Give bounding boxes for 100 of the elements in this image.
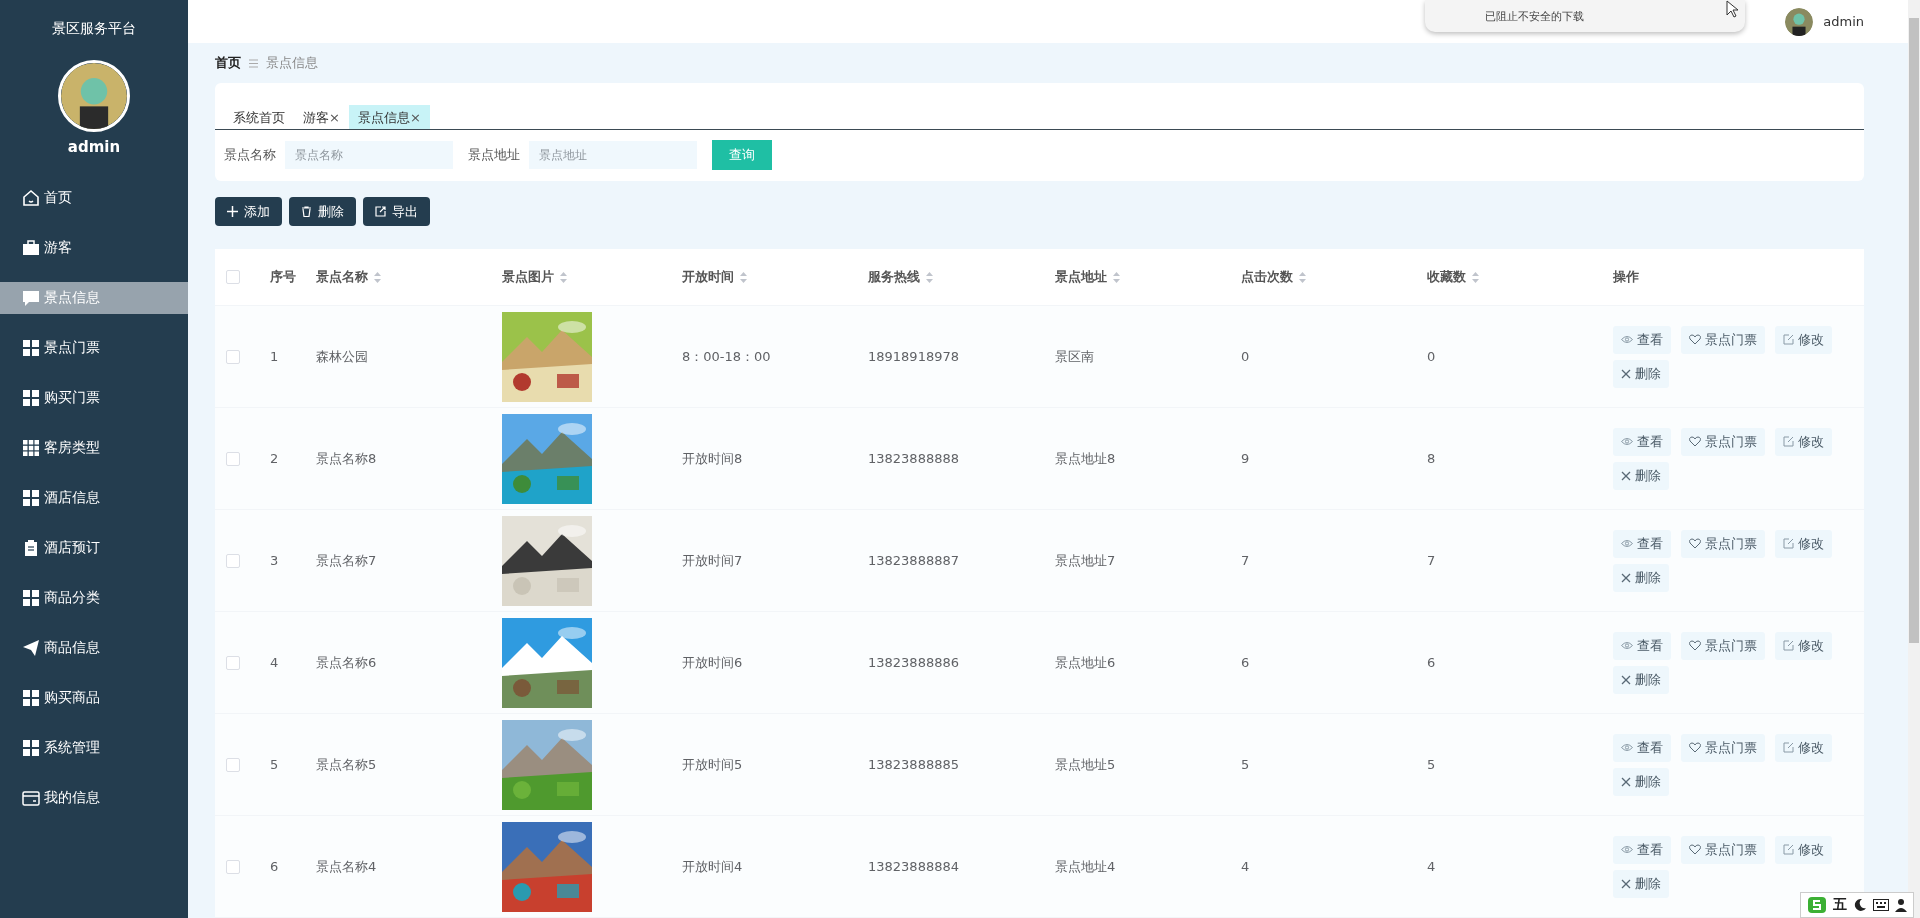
tab[interactable]: 景点信息× (348, 105, 430, 129)
view-button[interactable]: 查看 (1613, 733, 1671, 762)
export-button[interactable]: 导出 (363, 197, 430, 226)
checkbox[interactable] (226, 655, 240, 670)
menu-item[interactable]: 我的信息 (0, 782, 188, 814)
checkbox[interactable] (226, 270, 240, 284)
column-header[interactable]: 收藏数 (1427, 268, 1479, 286)
scrollbar-thumb[interactable] (1909, 18, 1919, 643)
ticket-button[interactable]: 景点门票 (1681, 529, 1765, 558)
moon-icon[interactable] (1853, 898, 1867, 912)
keyboard-icon[interactable] (1873, 899, 1889, 911)
checkbox[interactable] (226, 451, 240, 466)
table-cell: 6 (1241, 655, 1250, 670)
grid-icon (22, 439, 40, 457)
column-header[interactable]: 景点地址 (1055, 268, 1120, 286)
menu-item[interactable]: 商品分类 (0, 582, 188, 614)
user-name[interactable]: admin (1823, 14, 1864, 29)
column-header[interactable]: 开放时间 (682, 268, 747, 286)
eye-icon (1621, 335, 1633, 344)
view-button[interactable]: 查看 (1613, 835, 1671, 864)
heart-icon (1689, 844, 1701, 855)
sort-icon[interactable] (926, 271, 933, 283)
delete-button[interactable]: 删除 (1613, 359, 1669, 388)
table-cell: 0 (1427, 349, 1436, 364)
export-icon (375, 206, 386, 217)
sort-icon[interactable] (1299, 271, 1306, 283)
table-cell: 13823888887 (868, 553, 959, 568)
menu-item[interactable]: 商品信息 (0, 632, 188, 664)
view-button[interactable]: 查看 (1613, 529, 1671, 558)
heart-icon (1689, 640, 1701, 651)
column-header[interactable]: 景点图片 (502, 268, 567, 286)
table-cell: 7 (1241, 553, 1250, 568)
edit-button[interactable]: 修改 (1775, 325, 1832, 354)
table-cell: 3 (270, 553, 279, 568)
table-cell: 森林公园 (316, 347, 368, 366)
field-label: 景点名称 (224, 146, 276, 164)
menu-item[interactable]: 购买商品 (0, 682, 188, 714)
delete-button[interactable]: 删除 (289, 197, 356, 226)
menu-item[interactable]: 游客 (0, 232, 188, 264)
scrollbar[interactable] (1908, 0, 1920, 918)
delete-button[interactable]: 删除 (1613, 563, 1669, 592)
input-field[interactable]: 景点地址 (529, 141, 697, 169)
sort-icon[interactable] (1113, 271, 1120, 283)
menu-item[interactable]: 景点门票 (0, 332, 188, 364)
menu-item[interactable]: 酒店预订 (0, 532, 188, 564)
view-button[interactable]: 查看 (1613, 631, 1671, 660)
delete-button[interactable]: 删除 (1613, 767, 1669, 796)
eye-icon (1621, 437, 1633, 446)
view-button[interactable]: 查看 (1613, 427, 1671, 456)
eye-icon (1621, 539, 1633, 548)
sort-icon[interactable] (560, 271, 567, 283)
checkbox[interactable] (226, 757, 240, 772)
edit-button[interactable]: 修改 (1775, 529, 1832, 558)
column-header[interactable]: 服务热线 (868, 268, 933, 286)
plus-icon (227, 206, 238, 217)
person-icon[interactable] (1895, 898, 1907, 912)
add-button[interactable]: 添加 (215, 197, 282, 226)
ticket-button[interactable]: 景点门票 (1681, 835, 1765, 864)
checkbox[interactable] (226, 349, 240, 364)
tab[interactable]: 系统首页 (224, 105, 294, 129)
edit-button[interactable]: 修改 (1775, 733, 1832, 762)
checkbox[interactable] (226, 553, 240, 568)
menu-item[interactable]: 酒店信息 (0, 482, 188, 514)
menu-item[interactable]: 购买门票 (0, 382, 188, 414)
table-cell: 8 (1427, 451, 1436, 466)
table-cell: 5 (1427, 757, 1436, 772)
input-field[interactable]: 景点名称 (285, 141, 453, 169)
edit-button[interactable]: 修改 (1775, 631, 1832, 660)
ticket-button[interactable]: 景点门票 (1681, 427, 1765, 456)
edit-button[interactable]: 修改 (1775, 835, 1832, 864)
menu-item[interactable]: 首页 (0, 182, 188, 214)
close-icon (1621, 368, 1631, 379)
checkbox[interactable] (226, 859, 240, 874)
edit-icon (1783, 334, 1794, 345)
user-avatar[interactable] (1785, 7, 1814, 36)
table-cell: 13823888885 (868, 757, 959, 772)
breadcrumb-link[interactable]: 首页 (215, 54, 241, 72)
ticket-button[interactable]: 景点门票 (1681, 733, 1765, 762)
table-cell: 开放时间4 (682, 857, 743, 876)
menu-item[interactable]: 客房类型 (0, 432, 188, 464)
grid-icon (22, 489, 40, 507)
delete-button[interactable]: 删除 (1613, 461, 1669, 490)
ime-mode[interactable]: 五 (1833, 896, 1847, 914)
sort-icon[interactable] (374, 271, 381, 283)
eye-icon (1621, 743, 1633, 752)
delete-button[interactable]: 删除 (1613, 869, 1669, 898)
menu-item[interactable]: 系统管理 (0, 732, 188, 764)
view-button[interactable]: 查看 (1613, 325, 1671, 354)
sort-icon[interactable] (740, 271, 747, 283)
tab[interactable]: 游客× (294, 105, 349, 129)
column-header[interactable]: 点击次数 (1241, 268, 1306, 286)
edit-button[interactable]: 修改 (1775, 427, 1832, 456)
grid-icon (22, 589, 40, 607)
delete-button[interactable]: 删除 (1613, 665, 1669, 694)
ticket-button[interactable]: 景点门票 (1681, 325, 1765, 354)
clipboard-icon (22, 539, 40, 557)
sort-icon[interactable] (1472, 271, 1479, 283)
column-header[interactable]: 景点名称 (316, 268, 381, 286)
ticket-button[interactable]: 景点门票 (1681, 631, 1765, 660)
table-cell: 开放时间5 (682, 755, 743, 774)
